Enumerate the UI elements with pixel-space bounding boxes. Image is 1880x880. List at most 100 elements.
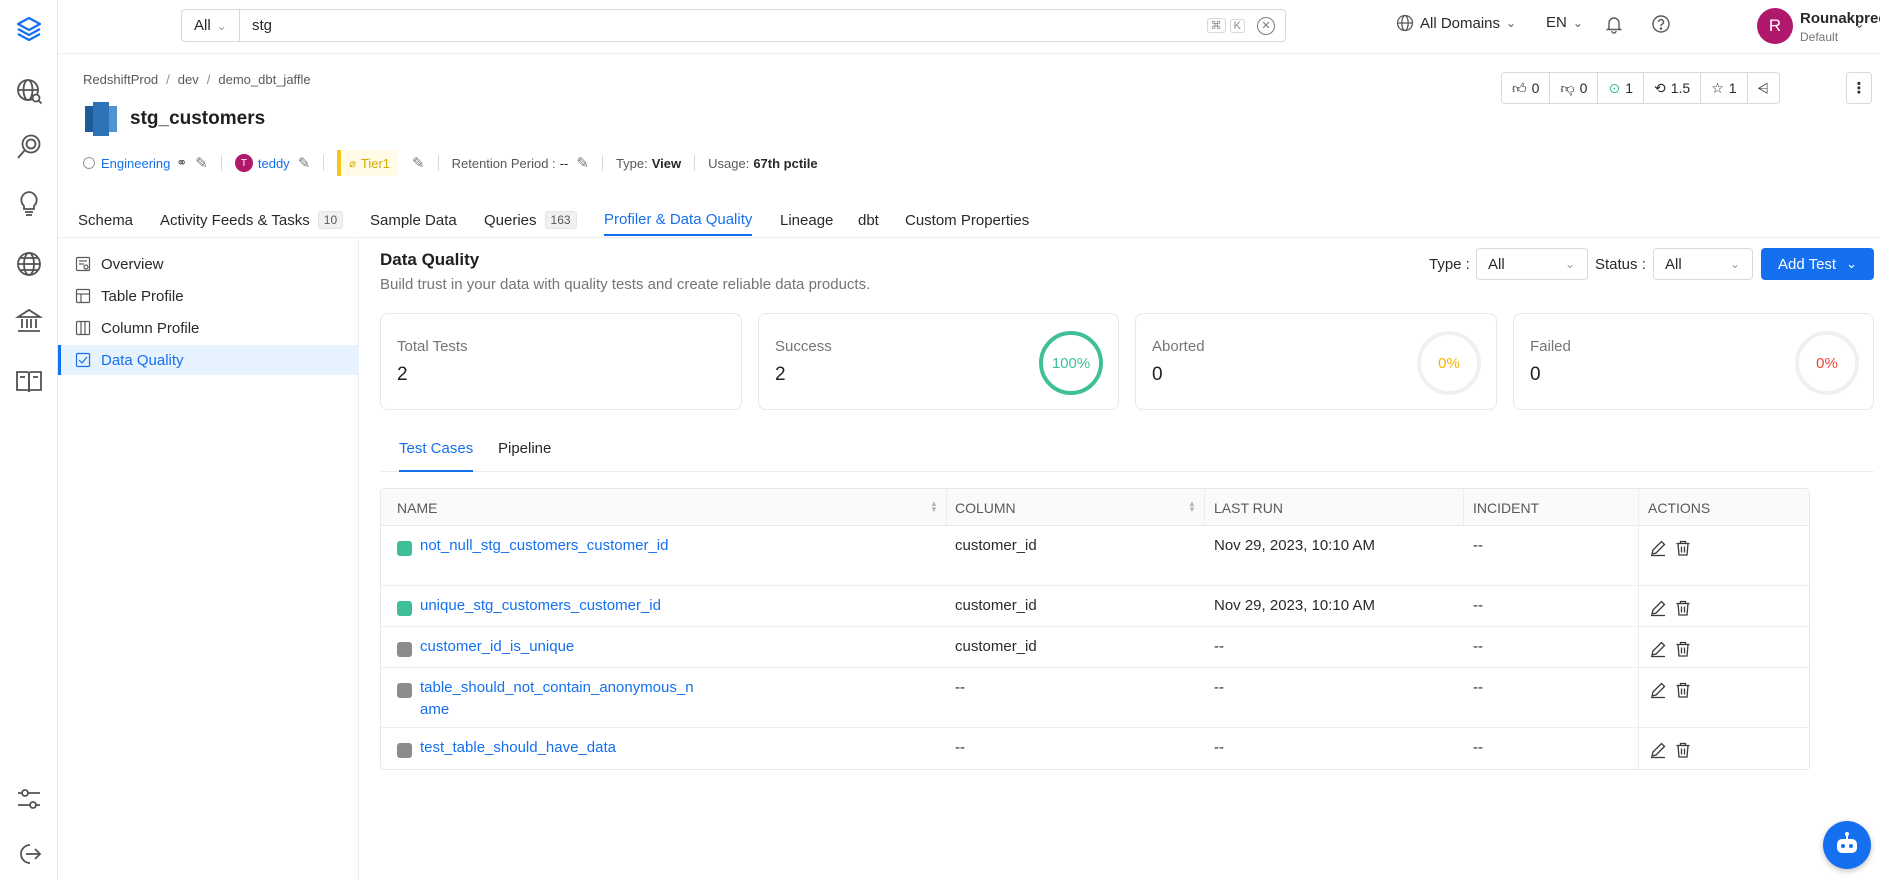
column-header-last-run: LAST RUN xyxy=(1214,500,1283,516)
edit-icon[interactable] xyxy=(1649,539,1667,561)
data-quality-icon xyxy=(75,352,91,368)
breadcrumb-service[interactable]: RedshiftProd xyxy=(83,72,158,87)
edit-domain-icon[interactable]: ✎ xyxy=(195,154,208,172)
status-filter-select[interactable]: All ⌄ xyxy=(1653,248,1753,280)
test-case-link[interactable]: table_should_not_contain_anonymous_name xyxy=(420,677,695,721)
dislike-count: 0 xyxy=(1579,80,1588,96)
tab-lineage[interactable]: Lineage xyxy=(780,204,833,236)
settings-icon[interactable] xyxy=(10,780,48,818)
tier-badge[interactable]: ⌀ Tier1 xyxy=(337,150,399,176)
table-header: NAME ▲ ▼ COLUMN ▲ ▼ LAST RUN INCIDENT ACTI… xyxy=(381,489,1809,526)
help-icon[interactable] xyxy=(1651,14,1671,34)
usage-value: 67th pctile xyxy=(753,155,818,171)
domain-link[interactable]: Engineering xyxy=(101,156,170,171)
language-label: EN xyxy=(1546,14,1567,31)
sort-icon[interactable]: ▲ ▼ xyxy=(930,500,938,514)
command-key-hint: ⌘ xyxy=(1206,18,1226,33)
tab-queries[interactable]: Queries 163 xyxy=(484,204,577,236)
logo-icon[interactable] xyxy=(10,10,48,48)
edit-icon[interactable] xyxy=(1649,741,1667,763)
tab-test-cases[interactable]: Test Cases xyxy=(399,440,474,472)
version-button[interactable]: ⟲ 1.5 xyxy=(1644,73,1702,103)
clear-search-icon[interactable]: ✕ xyxy=(1257,16,1275,35)
retention-label: Retention Period : xyxy=(451,155,556,171)
owner-link[interactable]: teddy xyxy=(258,156,290,171)
sidenav-item-column-profile[interactable]: Column Profile xyxy=(58,313,359,343)
language-selector[interactable]: EN ⌄ xyxy=(1546,14,1583,31)
delete-icon[interactable] xyxy=(1674,539,1692,561)
share-button[interactable]: ⩤ xyxy=(1748,73,1779,103)
owner-avatar: T xyxy=(234,154,253,172)
search-scope-select[interactable]: All ⌄ xyxy=(182,10,240,41)
test-case-link[interactable]: unique_stg_customers_customer_id xyxy=(420,595,695,617)
tab-label: Lineage xyxy=(780,211,834,229)
delete-icon[interactable] xyxy=(1674,640,1692,662)
tasks-button[interactable]: ⊙ 1 xyxy=(1598,73,1644,103)
section-subtitle: Build trust in your data with quality te… xyxy=(380,276,871,293)
history-icon: ⟲ xyxy=(1653,79,1666,96)
bell-icon[interactable] xyxy=(1604,14,1624,34)
chatbot-icon[interactable] xyxy=(1823,821,1871,869)
table-row: customer_id_is_unique customer_id -- -- xyxy=(381,627,1809,668)
edit-retention-icon[interactable]: ✎ xyxy=(576,154,589,172)
domain-selector[interactable]: All Domains ⌄ xyxy=(1396,14,1516,32)
edit-icon[interactable] xyxy=(1649,681,1667,703)
tab-dbt[interactable]: dbt xyxy=(858,204,879,236)
delete-icon[interactable] xyxy=(1674,741,1692,763)
breadcrumb-database[interactable]: dev xyxy=(178,72,199,87)
domains-icon[interactable] xyxy=(10,245,48,283)
sidenav-item-table-profile[interactable]: Table Profile xyxy=(58,281,359,311)
column-header-column[interactable]: COLUMN xyxy=(955,500,1016,516)
explore-icon[interactable] xyxy=(10,72,48,110)
dislike-button[interactable]: 👎︎ 0 xyxy=(1550,73,1599,103)
governance-icon[interactable] xyxy=(10,302,48,340)
more-options-icon[interactable]: ⋮ xyxy=(1846,72,1872,104)
like-button[interactable]: 👍︎ 0 xyxy=(1502,73,1551,103)
delete-icon[interactable] xyxy=(1674,599,1692,621)
tab-custom-properties[interactable]: Custom Properties xyxy=(905,204,1029,236)
test-case-link[interactable]: test_table_should_have_data xyxy=(420,737,695,759)
column-header-name[interactable]: NAME xyxy=(397,500,437,516)
column-header-actions: ACTIONS xyxy=(1648,500,1711,516)
search-input[interactable] xyxy=(240,17,1207,34)
tab-sample-data[interactable]: Sample Data xyxy=(370,204,457,236)
sort-icon[interactable]: ▲ ▼ xyxy=(1188,500,1196,514)
chevron-down-icon[interactable]: ⌄ xyxy=(1854,16,1865,32)
insights-icon[interactable] xyxy=(10,185,48,223)
breadcrumb-schema[interactable]: demo_dbt_jaffle xyxy=(218,72,310,87)
overview-icon xyxy=(75,256,91,272)
edit-owner-icon[interactable]: ✎ xyxy=(298,154,311,172)
user-avatar[interactable]: R xyxy=(1757,8,1793,44)
entity-actions: 👍︎ 0 👎︎ 0 ⊙ 1 ⟲ 1.5 ☆ 1 ⩤ xyxy=(1501,72,1780,104)
user-name[interactable]: Rounakpreet.d xyxy=(1800,10,1880,27)
failed-card: Failed 0 0% xyxy=(1513,313,1874,410)
delete-icon[interactable] xyxy=(1674,681,1692,703)
top-bar: All ⌄ ⌘ K ✕ All Domains ⌄ EN ⌄ R Rounakp… xyxy=(58,0,1880,54)
version-number: 1.5 xyxy=(1670,80,1691,96)
test-case-link[interactable]: customer_id_is_unique xyxy=(420,636,695,658)
column-divider xyxy=(1638,526,1639,585)
domain-icon xyxy=(83,157,95,169)
glossary-icon[interactable] xyxy=(10,362,48,400)
data-quality-icon[interactable] xyxy=(10,128,48,166)
edit-icon[interactable] xyxy=(1649,599,1667,621)
card-value: 0 xyxy=(1530,364,1541,385)
type-filter-select[interactable]: All ⌄ xyxy=(1476,248,1588,280)
tab-pipeline[interactable]: Pipeline xyxy=(498,440,551,472)
tab-count-badge: 163 xyxy=(544,211,577,229)
column-divider xyxy=(1463,489,1464,525)
test-case-link[interactable]: not_null_stg_customers_customer_id xyxy=(420,535,695,557)
logout-icon[interactable] xyxy=(10,835,48,873)
tab-schema[interactable]: Schema xyxy=(78,204,133,236)
sidenav-item-data-quality[interactable]: Data Quality xyxy=(58,345,359,375)
follow-button[interactable]: ☆ 1 xyxy=(1701,73,1748,103)
add-test-button[interactable]: Add Test ⌄ xyxy=(1761,248,1874,280)
edit-tier-icon[interactable]: ✎ xyxy=(412,154,425,172)
failed-progress-ring: 0% xyxy=(1795,331,1859,395)
edit-icon[interactable] xyxy=(1649,640,1667,662)
tab-profiler-data-quality[interactable]: Profiler & Data Quality xyxy=(604,204,753,236)
domain-link-icon[interactable]: ⚭ xyxy=(176,155,187,171)
sidenav-item-overview[interactable]: Overview xyxy=(58,249,359,279)
column-value: -- xyxy=(955,739,965,756)
tab-activity-feeds[interactable]: Activity Feeds & Tasks 10 xyxy=(160,204,344,236)
